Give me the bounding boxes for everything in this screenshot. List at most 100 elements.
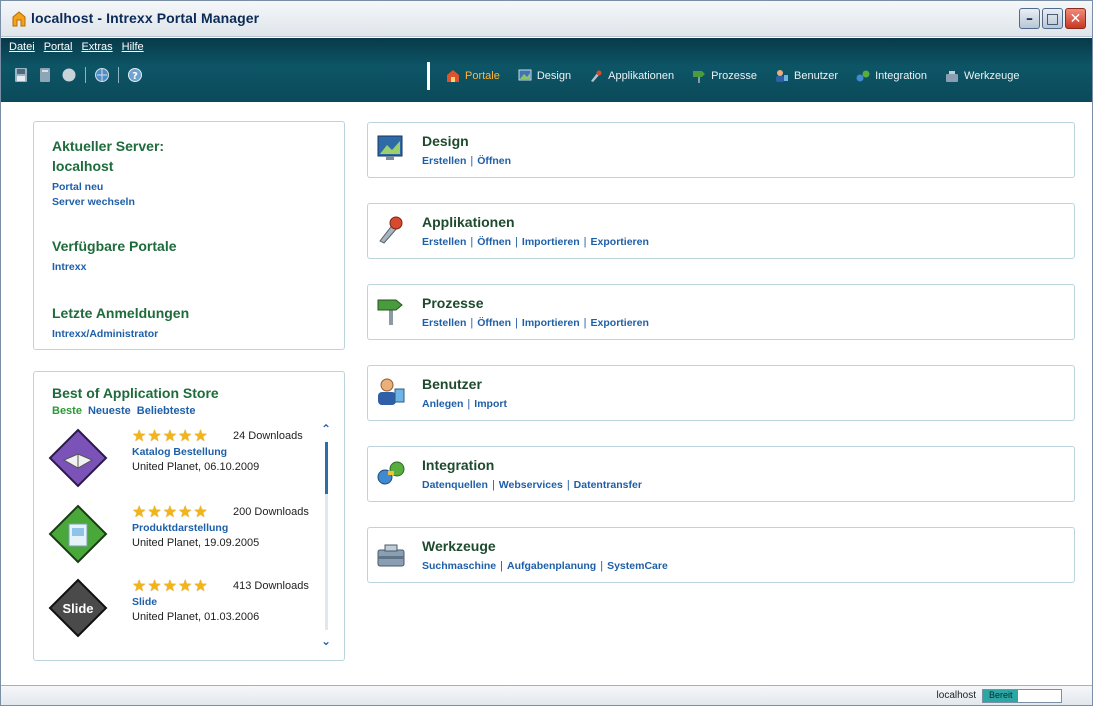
- card-links: Erstellen | Öffnen | Importieren | Exportie…: [422, 236, 649, 248]
- tab-label: Design: [536, 70, 572, 82]
- rating-stars: ★ ★ ★ ★ ★: [132, 578, 208, 594]
- star-icon: ★: [193, 576, 208, 595]
- star-icon: ★: [162, 502, 178, 521]
- card-benutzer: Benutzer Anlegen | Import: [367, 365, 1075, 421]
- link-importieren[interactable]: Importieren: [522, 236, 580, 248]
- tab-portale[interactable]: Portale: [446, 69, 500, 83]
- link-erstellen[interactable]: Erstellen: [422, 236, 466, 248]
- processes-icon: [693, 71, 706, 83]
- close-button[interactable]: ✕: [1065, 8, 1086, 29]
- link-datenquellen[interactable]: Datenquellen: [422, 479, 488, 491]
- design-icon: [377, 135, 403, 160]
- link-separator: |: [470, 317, 474, 329]
- link-anlegen[interactable]: Anlegen: [422, 398, 463, 410]
- portal-icon: [447, 70, 459, 82]
- title-bar: localhost - Intrexx Portal Manager – □ ✕: [1, 1, 1092, 37]
- link-systemcare[interactable]: SystemCare: [607, 560, 668, 572]
- minimize-button[interactable]: –: [1019, 8, 1040, 29]
- star-icon: ★: [132, 502, 147, 521]
- card-integration: Integration Datenquellen | Webservices | D…: [367, 446, 1075, 502]
- server-panel: Aktueller Server: localhost Portal neu S…: [33, 121, 345, 350]
- menu-portal[interactable]: Portal: [44, 41, 73, 53]
- integration-icon: [856, 70, 870, 82]
- tab-benutzer[interactable]: Benutzer: [775, 69, 838, 83]
- store-tab-beliebteste[interactable]: Beliebteste: [137, 405, 196, 417]
- new-portal-link[interactable]: Portal neu: [52, 181, 103, 193]
- tab-label: Applikationen: [608, 70, 675, 82]
- window-title: localhost - Intrexx Portal Manager: [31, 10, 260, 26]
- store-item[interactable]: ★ ★ ★ ★ ★ 200 Downloads Produktdarstellung U…: [48, 504, 328, 574]
- store-item-name[interactable]: Slide: [132, 596, 157, 608]
- card-werkzeuge: Werkzeuge Suchmaschine | Aufgabenplanung |…: [367, 527, 1075, 583]
- download-count: 24 Downloads: [233, 430, 303, 442]
- link-aufgabenplanung[interactable]: Aufgabenplanung: [507, 560, 596, 572]
- maximize-button[interactable]: □: [1042, 8, 1063, 29]
- tab-integration[interactable]: Integration: [856, 69, 927, 83]
- book-icon[interactable]: [37, 67, 53, 83]
- link-oeffnen[interactable]: Öffnen: [477, 236, 511, 248]
- link-exportieren[interactable]: Exportieren: [591, 317, 649, 329]
- card-design: Design Erstellen | Öffnen: [367, 122, 1075, 178]
- portal-link[interactable]: Intrexx: [52, 261, 86, 273]
- link-separator: |: [515, 236, 518, 248]
- slide-logo-icon: Slide: [48, 578, 108, 638]
- menu-toolbar-strip: Datei Portal Extras Hilfe ? Portale Desi…: [1, 38, 1092, 102]
- tab-werkzeuge[interactable]: Werkzeuge: [945, 69, 1019, 83]
- store-item-name[interactable]: Produktdarstellung: [132, 522, 228, 534]
- rating-stars: ★ ★ ★ ★ ★: [132, 504, 208, 520]
- link-erstellen[interactable]: Erstellen: [422, 317, 466, 329]
- link-importieren[interactable]: Importieren: [522, 317, 580, 329]
- toolbar: ?: [13, 67, 143, 83]
- store-scrollbar[interactable]: ⌃ ⌄: [319, 422, 333, 654]
- tab-design[interactable]: Design: [518, 69, 571, 83]
- download-count: 413 Downloads: [233, 580, 309, 592]
- store-item-meta: United Planet, 19.09.2005: [132, 537, 260, 549]
- tab-label: Benutzer: [794, 70, 839, 82]
- link-webservices[interactable]: Webservices: [499, 479, 563, 491]
- product-logo-icon: [48, 504, 108, 564]
- scroll-up-icon[interactable]: ⌃: [321, 422, 331, 436]
- circle-icon[interactable]: [61, 67, 77, 83]
- main-tabs: Portale Design Applikationen Prozesse Be…: [427, 62, 1082, 90]
- switch-server-link[interactable]: Server wechseln: [52, 196, 135, 208]
- users-icon: [776, 70, 789, 82]
- rating-stars: ★ ★ ★ ★ ★: [132, 428, 208, 444]
- tab-prozesse[interactable]: Prozesse: [692, 69, 757, 83]
- link-datentransfer[interactable]: Datentransfer: [574, 479, 642, 491]
- integration-icon: [377, 461, 405, 485]
- server-name: localhost: [52, 158, 114, 174]
- store-item[interactable]: Slide ★ ★ ★ ★ ★ 413 Downloads Slide United P…: [48, 578, 328, 648]
- store-tab-beste[interactable]: Beste: [52, 405, 82, 417]
- store-item-name[interactable]: Katalog Bestellung: [132, 446, 227, 458]
- tab-label: Portale: [465, 70, 500, 82]
- link-suchmaschine[interactable]: Suchmaschine: [422, 560, 496, 572]
- link-erstellen[interactable]: Erstellen: [422, 155, 466, 167]
- link-exportieren[interactable]: Exportieren: [591, 236, 649, 248]
- link-import[interactable]: Import: [474, 398, 507, 410]
- star-icon: ★: [178, 502, 193, 521]
- store-tab-neueste[interactable]: Neueste: [88, 405, 131, 417]
- menu-datei[interactable]: Datei: [9, 41, 35, 53]
- link-separator: |: [467, 398, 471, 410]
- scroll-down-icon[interactable]: ⌄: [321, 634, 331, 648]
- app-logo-icon: [12, 11, 26, 27]
- recent-login-link[interactable]: Intrexx/Administrator: [52, 328, 158, 340]
- link-oeffnen[interactable]: Öffnen: [477, 317, 511, 329]
- server-heading: Aktueller Server:: [52, 138, 165, 154]
- scroll-thumb[interactable]: [325, 442, 328, 494]
- tab-applikationen[interactable]: Applikationen: [589, 69, 674, 83]
- menu-extras[interactable]: Extras: [81, 41, 112, 53]
- store-item[interactable]: ★ ★ ★ ★ ★ 24 Downloads Katalog Bestellung Un…: [48, 428, 328, 498]
- save-icon[interactable]: [13, 67, 29, 83]
- link-separator: |: [515, 317, 518, 329]
- star-icon: ★: [132, 426, 147, 445]
- star-icon: ★: [162, 426, 178, 445]
- globe-icon[interactable]: [94, 67, 110, 83]
- status-progress: Bereit: [982, 689, 1062, 703]
- link-oeffnen[interactable]: Öffnen: [477, 155, 511, 167]
- menu-hilfe[interactable]: Hilfe: [122, 41, 144, 53]
- card-links: Datenquellen | Webservices | Datentransfer: [422, 479, 642, 491]
- help-icon[interactable]: ?: [127, 67, 143, 83]
- star-icon: ★: [193, 502, 208, 521]
- tab-label: Werkzeuge: [964, 70, 1020, 82]
